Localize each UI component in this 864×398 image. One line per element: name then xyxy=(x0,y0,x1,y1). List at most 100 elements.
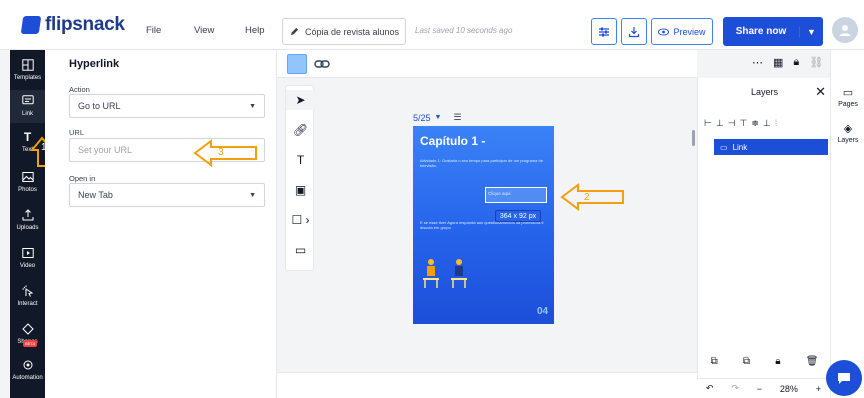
transparency-icon[interactable]: ▦ xyxy=(773,56,783,69)
share-label: Share now xyxy=(735,26,787,37)
close-icon[interactable]: ✕ xyxy=(815,84,826,100)
color-swatch[interactable] xyxy=(287,54,307,74)
send-backward-icon[interactable]: ⧉ xyxy=(743,356,750,367)
redo-icon[interactable]: ↷ xyxy=(731,383,739,394)
zoom-controls: ↶ ↷ − 28% + xyxy=(697,378,830,398)
magazine-page[interactable]: Capítulo 1 - Atividade 1: Gostaria o seu… xyxy=(413,126,554,324)
layers-icon: ◈ xyxy=(843,123,853,135)
page-paragraph-1: Atividade 1: Gostaria o seu tempo para p… xyxy=(420,158,543,168)
layer-actions: ⧉ ⧉ 🔒︎ 🗑︎ xyxy=(698,356,831,367)
action-select[interactable]: Go to URL ▼ xyxy=(69,94,265,118)
dimension-badge: 364 x 92 px xyxy=(495,210,541,222)
undo-icon[interactable]: ↶ xyxy=(706,383,714,394)
action-value: Go to URL xyxy=(78,101,121,111)
sidebar-item-interact[interactable]: Interact xyxy=(10,284,45,307)
sidebar-item-label: Templates xyxy=(13,75,42,81)
distribute-icon[interactable]: ⁞ xyxy=(775,118,778,129)
sidebar-item-uploads[interactable]: Uploads xyxy=(10,208,45,231)
sidebar-item-automation[interactable]: Automation xyxy=(10,358,45,381)
action-label: Action xyxy=(69,85,90,94)
preview-label: Preview xyxy=(673,26,706,37)
sidebar-item-photos[interactable]: Photos xyxy=(10,170,45,193)
video-icon xyxy=(21,246,35,260)
page-number: 04 xyxy=(537,306,549,317)
sidebar-item-label: Automation xyxy=(12,375,43,381)
align-right-icon[interactable]: ⊣ xyxy=(728,118,736,129)
annotation-arrow-left-icon xyxy=(560,183,624,211)
right-rail: ▭ Pages ◈ Layers xyxy=(830,50,864,398)
trash-icon[interactable]: 🗑︎ xyxy=(806,356,819,367)
sidebar-item-label: Interact xyxy=(17,301,38,307)
download-button[interactable] xyxy=(621,18,647,45)
menu-file[interactable]: File xyxy=(146,25,161,36)
rail-label: Pages xyxy=(838,101,858,108)
pencil-icon xyxy=(290,27,299,36)
document-title-field[interactable]: Cópia de revista alunos xyxy=(282,18,406,45)
link-layer-icon: ▭ xyxy=(720,142,728,152)
sidebar-item-templates[interactable]: Templates xyxy=(10,58,45,81)
annotation-number-3: 3 xyxy=(218,147,224,158)
avatar[interactable] xyxy=(832,17,858,43)
align-left-icon[interactable]: ⊢ xyxy=(704,118,712,129)
comment-tool-icon[interactable]: ▭ xyxy=(286,240,315,260)
chat-button[interactable] xyxy=(826,360,862,396)
link-icon[interactable] xyxy=(314,57,330,71)
align-middle-icon[interactable]: ≑ xyxy=(751,118,759,129)
lock-icon[interactable]: 🔒︎ xyxy=(775,356,780,367)
open-in-label: Open in xyxy=(69,174,96,183)
select-tool-icon[interactable]: ➤ xyxy=(286,90,315,110)
zoom-out-icon[interactable]: − xyxy=(757,384,762,394)
menu-view[interactable]: View xyxy=(194,25,214,36)
sidebar-item-video[interactable]: Video xyxy=(10,246,45,269)
user-icon xyxy=(839,25,851,36)
logo-mark-icon xyxy=(20,16,42,34)
save-status: Last saved 10 seconds ago xyxy=(415,26,513,35)
settings-sliders-button[interactable] xyxy=(591,18,617,45)
layer-item-link[interactable]: ▭ Link xyxy=(714,139,828,155)
notes-icon[interactable]: ☰ xyxy=(453,112,461,123)
uploads-icon xyxy=(21,208,35,222)
sidebar-item-label: Video xyxy=(19,263,36,269)
rail-item-pages[interactable]: ▭ Pages xyxy=(831,86,864,108)
beta-badge: BETA xyxy=(23,340,38,347)
annotation-arrow-left-icon xyxy=(193,139,257,167)
more-options-icon[interactable]: ⋯ xyxy=(752,56,763,69)
zoom-in-icon[interactable]: + xyxy=(816,384,821,394)
align-center-icon[interactable]: ⊥ xyxy=(716,118,724,129)
menu-help[interactable]: Help xyxy=(245,25,265,36)
element-toolbar xyxy=(277,50,697,78)
chevron-down-icon[interactable]: ▼ xyxy=(799,26,823,37)
logo-text: flipsnack xyxy=(45,14,125,35)
zoom-level[interactable]: 28% xyxy=(780,384,798,394)
url-placeholder: Set your URL xyxy=(78,145,133,155)
link-tool-icon[interactable]: 🔗︎ xyxy=(286,120,315,140)
shapes-icon xyxy=(21,322,35,336)
video-tool-icon[interactable]: ▣ xyxy=(286,180,315,200)
url-label: URL xyxy=(69,128,85,137)
automation-icon xyxy=(21,358,35,372)
canvas-bottom-bar xyxy=(277,372,697,398)
bring-forward-icon[interactable]: ⧉ xyxy=(711,356,718,367)
templates-icon xyxy=(21,58,35,72)
page-indicator[interactable]: 5/25 ▼ ☰ xyxy=(413,112,462,123)
interact-icon xyxy=(21,284,35,298)
align-top-icon[interactable]: ⊤ xyxy=(740,118,748,129)
students-illustration xyxy=(423,259,467,288)
photos-icon xyxy=(21,170,35,184)
text-tool-icon[interactable]: T xyxy=(286,150,315,170)
open-in-select[interactable]: New Tab ▼ xyxy=(69,183,265,207)
unlink-icon[interactable]: ⛓︎ xyxy=(809,56,823,69)
shape-tool-icon[interactable]: ☐ › xyxy=(286,210,315,230)
open-in-value: New Tab xyxy=(78,190,113,200)
rail-item-layers[interactable]: ◈ Layers xyxy=(831,122,864,144)
share-button[interactable]: Share now ▼ xyxy=(723,17,823,46)
lock-icon[interactable]: 🔒︎ xyxy=(793,56,799,69)
selected-link-text: Clique aqui xyxy=(488,191,511,196)
document-title: Cópia de revista alunos xyxy=(305,26,400,37)
page-heading: Capítulo 1 - xyxy=(420,134,486,148)
preview-button[interactable]: Preview xyxy=(651,18,713,45)
app-logo[interactable]: flipsnack xyxy=(20,14,125,36)
align-bottom-icon[interactable]: ⊥ xyxy=(763,118,771,129)
layers-scrollbar[interactable] xyxy=(692,130,695,146)
sidebar-item-link[interactable]: Link xyxy=(10,90,45,123)
